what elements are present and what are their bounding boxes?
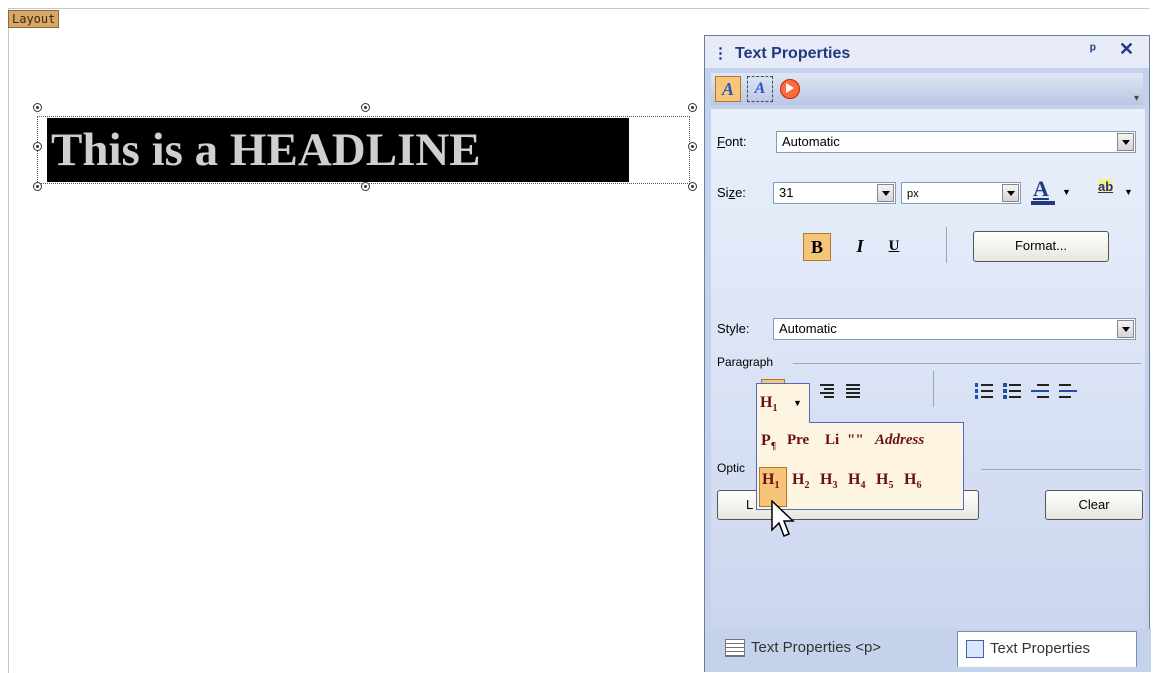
chevron-down-icon[interactable]: ▼ bbox=[793, 398, 802, 408]
heading-option-h2[interactable]: H2 bbox=[792, 471, 809, 491]
tab-text-properties-p[interactable]: Text Properties <p> bbox=[725, 631, 955, 667]
bold-button[interactable]: B bbox=[803, 233, 831, 261]
text-properties-pane: ⋮ Text Properties ᵖ ✕ A A ▾ Font: Automa… bbox=[704, 35, 1150, 672]
heading-combo[interactable]: H1 ▼ bbox=[756, 383, 810, 423]
bulleted-list-icon[interactable] bbox=[1001, 381, 1023, 401]
section-divider bbox=[793, 363, 1141, 364]
layout-tag[interactable]: Layout bbox=[8, 10, 60, 28]
pane-title-bar[interactable]: ⋮ Text Properties ᵖ ✕ bbox=[705, 36, 1149, 68]
animation-icon[interactable] bbox=[777, 76, 803, 102]
italic-button[interactable]: I bbox=[846, 233, 874, 261]
style-combo[interactable]: Automatic bbox=[773, 318, 1136, 340]
font-value: Automatic bbox=[782, 134, 840, 149]
heading-option-h4[interactable]: H4 bbox=[848, 471, 865, 491]
resize-handle-bottom-left[interactable] bbox=[33, 182, 42, 191]
heading-option-h1[interactable]: H1 bbox=[762, 471, 779, 491]
style-value: Automatic bbox=[779, 321, 837, 336]
font-color-icon[interactable]: A ▼ bbox=[1029, 175, 1071, 205]
headline-text[interactable]: This is a HEADLINE bbox=[47, 118, 629, 182]
close-icon[interactable]: ✕ bbox=[1119, 39, 1134, 60]
heading-dropdown: P¶ Pre Li "" Address H1 H2 H3 H4 H5 H6 bbox=[756, 422, 964, 510]
increase-indent-icon[interactable] bbox=[1057, 381, 1079, 401]
heading-option-h5[interactable]: H5 bbox=[876, 471, 893, 491]
pin-icon[interactable]: ᵖ bbox=[1090, 41, 1096, 58]
font-label: Font: bbox=[717, 134, 747, 149]
toolbar-separator bbox=[933, 371, 934, 407]
pane-toolbar: A A ▾ bbox=[711, 73, 1143, 105]
options-section-label: Optic bbox=[717, 461, 746, 475]
highlight-color-icon[interactable]: ab ▼ bbox=[1094, 176, 1134, 206]
grip-icon[interactable]: ⋮ bbox=[713, 44, 728, 62]
text-properties-icon[interactable]: A bbox=[715, 76, 741, 102]
align-justify-icon[interactable] bbox=[841, 379, 865, 403]
text-frame-icon[interactable]: A bbox=[747, 76, 773, 102]
chevron-down-icon[interactable] bbox=[1117, 320, 1134, 338]
chevron-down-icon[interactable] bbox=[1117, 133, 1134, 151]
size-label: Size: bbox=[717, 185, 746, 200]
resize-handle-bottom-middle[interactable] bbox=[361, 182, 370, 191]
properties-icon bbox=[966, 640, 984, 659]
toolbar-overflow-icon[interactable]: ▾ bbox=[1134, 93, 1139, 104]
heading-option-address[interactable]: Address bbox=[875, 432, 924, 449]
resize-handle-top-right[interactable] bbox=[688, 103, 697, 112]
chevron-down-icon[interactable] bbox=[877, 184, 894, 202]
clear-button[interactable]: Clear bbox=[1045, 490, 1143, 520]
underline-button[interactable]: U bbox=[880, 233, 908, 261]
heading-option-h3[interactable]: H3 bbox=[820, 471, 837, 491]
resize-handle-top-middle[interactable] bbox=[361, 103, 370, 112]
tab-text-properties[interactable]: Text Properties bbox=[957, 631, 1137, 667]
heading-option-pre[interactable]: Pre bbox=[787, 432, 809, 449]
pane-title: Text Properties bbox=[735, 45, 851, 62]
resize-handle-middle-right[interactable] bbox=[688, 142, 697, 151]
section-divider bbox=[981, 469, 1141, 470]
resize-handle-middle-left[interactable] bbox=[33, 142, 42, 151]
list-icon bbox=[725, 639, 745, 658]
heading-option-p[interactable]: P¶ bbox=[761, 432, 776, 452]
format-button[interactable]: Format... bbox=[973, 231, 1109, 262]
toolbar-separator bbox=[946, 227, 947, 263]
size-combo[interactable]: 31 bbox=[773, 182, 896, 204]
decrease-indent-icon[interactable] bbox=[1029, 381, 1051, 401]
numbered-list-icon[interactable] bbox=[973, 381, 995, 401]
unit-value: px bbox=[907, 188, 919, 200]
mouse-cursor-icon bbox=[771, 500, 795, 537]
resize-handle-top-left[interactable] bbox=[33, 103, 42, 112]
heading-option-li[interactable]: Li bbox=[825, 432, 839, 449]
pane-tab-strip: Text Properties <p> Text Properties bbox=[705, 629, 1151, 672]
style-label: Style: bbox=[717, 321, 750, 336]
chevron-down-icon[interactable] bbox=[1002, 184, 1019, 202]
unit-combo[interactable]: px bbox=[901, 182, 1021, 204]
size-value: 31 bbox=[779, 185, 794, 200]
align-right-icon[interactable] bbox=[815, 379, 839, 403]
font-combo[interactable]: Automatic bbox=[776, 131, 1136, 153]
heading-option-h6[interactable]: H6 bbox=[904, 471, 921, 491]
paragraph-section-label: Paragraph bbox=[717, 355, 774, 369]
heading-option-quote[interactable]: "" bbox=[847, 432, 864, 449]
heading-current: H1 bbox=[760, 394, 778, 415]
resize-handle-bottom-right[interactable] bbox=[688, 182, 697, 191]
